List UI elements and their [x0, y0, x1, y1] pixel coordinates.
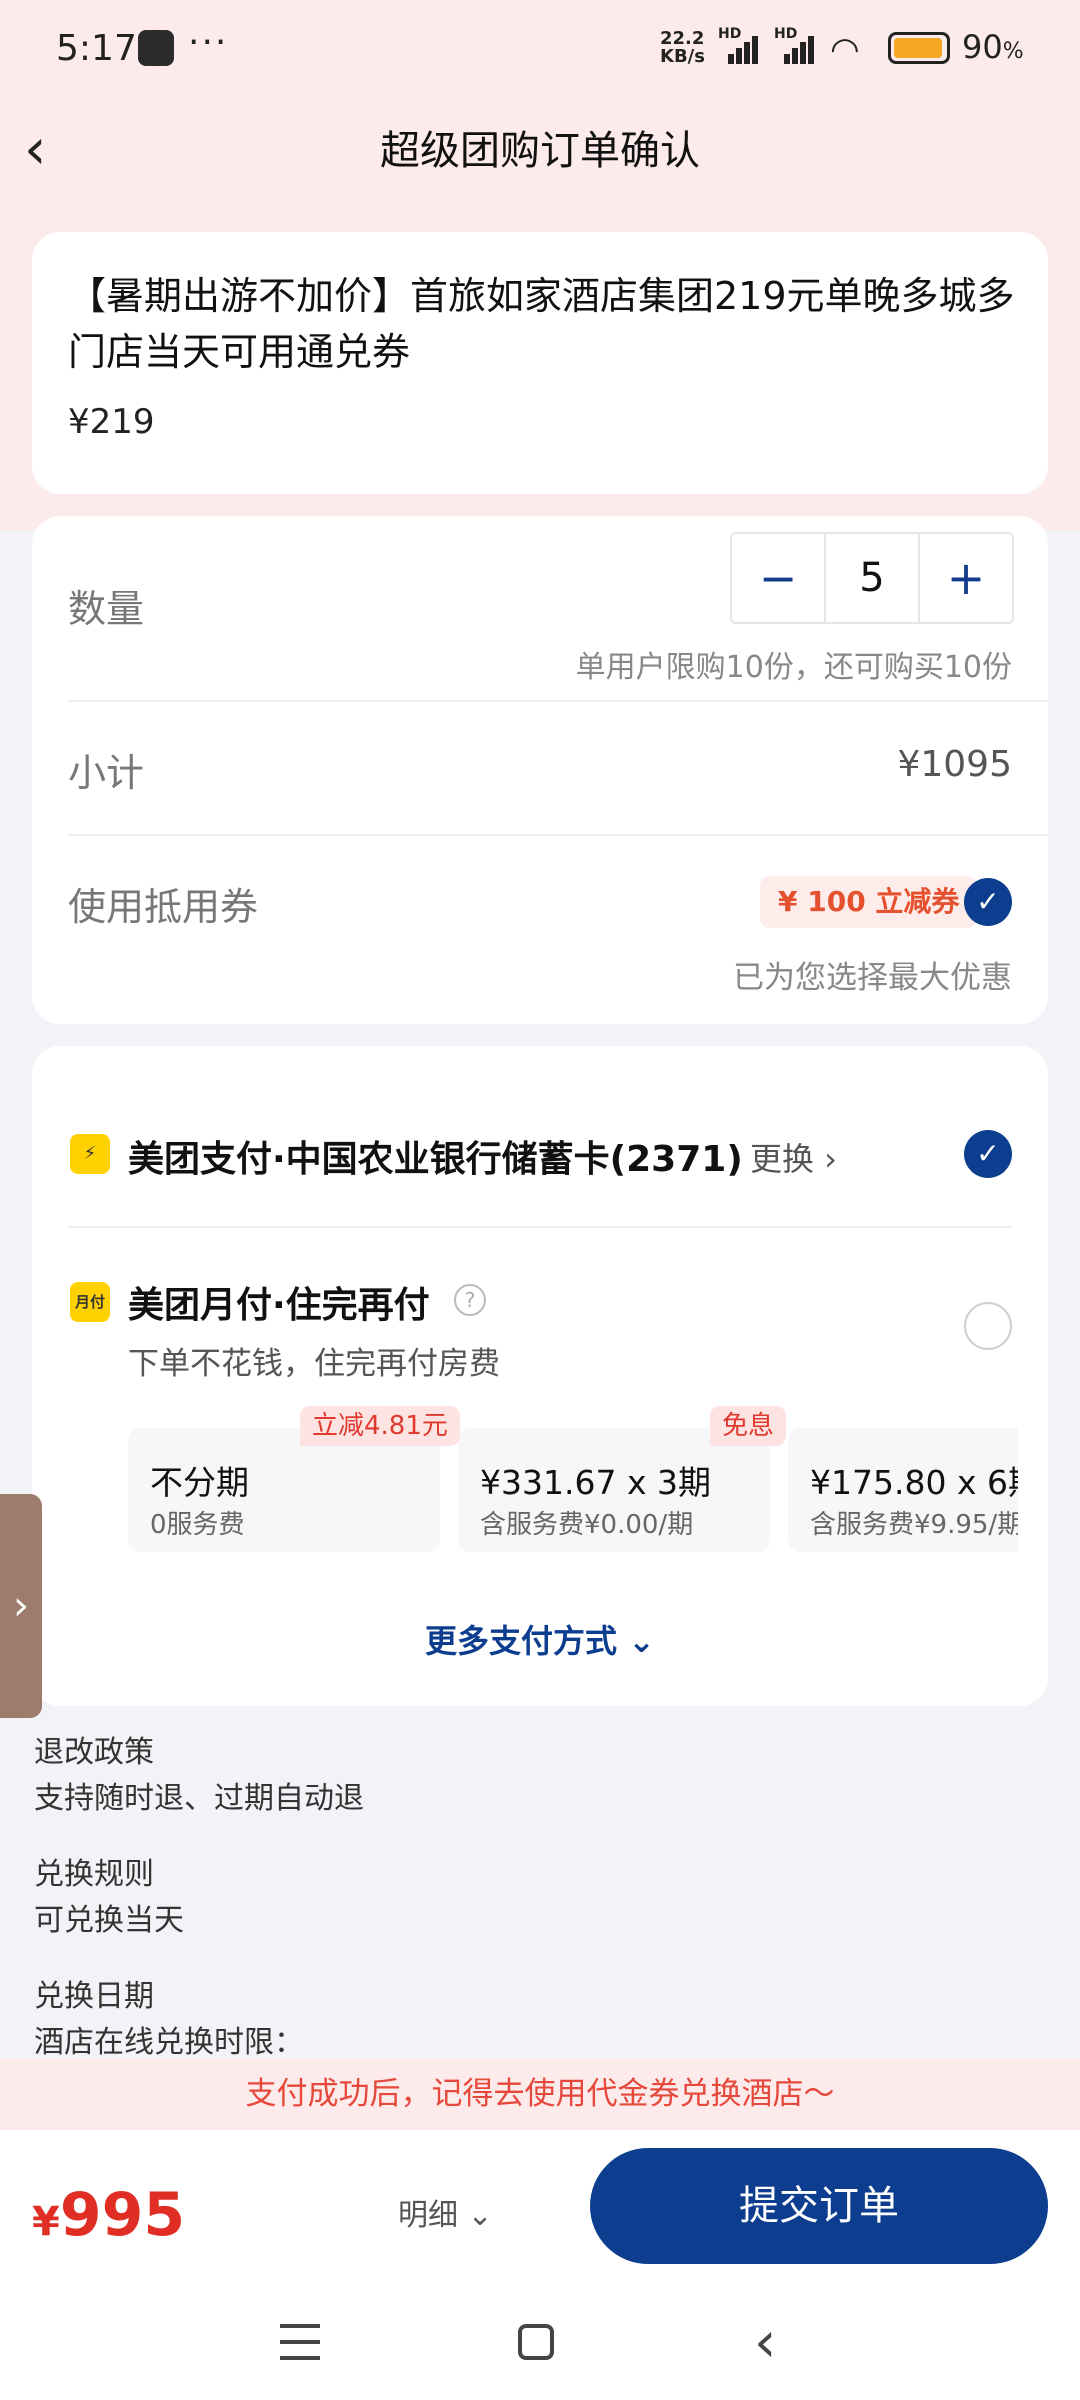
- purchase-limit-text: 单用户限购10份，还可购买10份: [575, 650, 1012, 685]
- total-price: ¥995: [32, 2180, 186, 2250]
- checkout-bar: ¥995 明细 ⌄ 提交订单: [0, 2130, 1080, 2290]
- monthly-pay-radio[interactable]: [964, 1302, 1012, 1350]
- policy-block: 兑换规则 可兑换当天: [34, 1852, 184, 1944]
- status-bar: 5:17 ··· 22.2 KB/s HD HD ◠ 90%: [0, 0, 1080, 100]
- subtotal-label: 小计: [68, 751, 145, 795]
- coupon-check-icon[interactable]: ✓: [964, 878, 1012, 926]
- quantity-stepper: − 5 +: [730, 532, 1014, 624]
- installment-option[interactable]: ¥331.67 x 3期 含服务费¥0.00/期: [458, 1428, 770, 1552]
- network-speed: 22.2 KB/s: [660, 28, 705, 67]
- installment-options: 不分期 0服务费 ¥331.67 x 3期 含服务费¥0.00/期 ¥175.8…: [128, 1428, 1018, 1552]
- divider: [68, 834, 1048, 836]
- subtotal-value: ¥1095: [897, 744, 1012, 785]
- payment-selected-check-icon[interactable]: ✓: [964, 1130, 1012, 1178]
- menu-icon[interactable]: [280, 2324, 320, 2360]
- more-payment-methods-link[interactable]: 更多支付方式 ⌄: [32, 1616, 1048, 1662]
- product-price: ¥219: [68, 402, 155, 442]
- signal-icon: HD: [718, 26, 758, 64]
- coupon-label: 使用抵用券: [68, 885, 259, 929]
- policy-text: 支持随时退、过期自动退: [34, 1781, 364, 1816]
- policy-title: 兑换规则: [34, 1857, 154, 1892]
- battery-percent: 90%: [962, 28, 1024, 66]
- status-time: 5:17: [56, 28, 137, 69]
- plus-button[interactable]: +: [920, 534, 1012, 622]
- help-icon[interactable]: ?: [454, 1284, 486, 1316]
- submit-order-button[interactable]: 提交订单: [590, 2148, 1048, 2264]
- installment-tag: 免息: [710, 1406, 787, 1446]
- tip-banner: 支付成功后，记得去使用代金券兑换酒店～: [0, 2058, 1080, 2130]
- back-icon[interactable]: ‹: [754, 2310, 776, 2375]
- wifi-icon: ◠: [830, 30, 860, 70]
- price-detail-link[interactable]: 明细 ⌄: [398, 2190, 493, 2234]
- app-notification-icon: [138, 30, 174, 66]
- order-card: 数量 − 5 + 单用户限购10份，还可购买10份 小计 ¥1095 使用抵用券…: [32, 516, 1048, 1024]
- monthly-pay-title[interactable]: 美团月付·住完再付: [128, 1276, 430, 1328]
- policy-block: 退改政策 支持随时退、过期自动退: [34, 1730, 364, 1822]
- installment-option[interactable]: 不分期 0服务费: [128, 1428, 440, 1552]
- installment-option[interactable]: ¥175.80 x 6期 含服务费¥9.95/期: [788, 1428, 1018, 1552]
- policy-title: 退改政策: [34, 1735, 154, 1770]
- monthly-pay-subtitle: 下单不花钱，住完再付房费: [128, 1346, 500, 1382]
- side-expand-tab[interactable]: ›: [0, 1494, 42, 1718]
- quantity-value[interactable]: 5: [824, 534, 920, 622]
- system-nav-bar: ‹: [0, 2290, 1080, 2400]
- change-card-link[interactable]: 更换 ›: [750, 1134, 837, 1180]
- home-icon[interactable]: [518, 2324, 554, 2360]
- product-card: 【暑期出游不加价】首旅如家酒店集团219元单晚多城多门店当天可用通兑券 ¥219: [32, 232, 1048, 494]
- quantity-label: 数量: [68, 587, 145, 631]
- policy-title: 兑换日期: [34, 1979, 154, 2014]
- more-notifications-icon: ···: [188, 22, 229, 63]
- divider: [68, 700, 1048, 702]
- payment-card: ⚡ 美团支付·中国农业银行储蓄卡(2371) 更换 › ✓ 月付 美团月付·住完…: [32, 1046, 1048, 1706]
- coupon-hint: 已为您选择最大优惠: [733, 960, 1012, 996]
- installment-tag: 立减4.81元: [300, 1406, 460, 1446]
- monthly-pay-icon: 月付: [70, 1282, 110, 1322]
- minus-button[interactable]: −: [732, 534, 824, 622]
- battery-icon: [888, 32, 950, 64]
- policy-text: 可兑换当天: [34, 1903, 184, 1938]
- meituan-pay-icon: ⚡: [70, 1134, 110, 1174]
- policy-block: 兑换日期 酒店在线兑换时限：: [34, 1974, 304, 2066]
- payment-option-title[interactable]: 美团支付·中国农业银行储蓄卡(2371): [128, 1130, 743, 1182]
- coupon-badge[interactable]: ¥ 100 立减券: [760, 876, 978, 928]
- divider: [68, 1226, 1012, 1228]
- product-title: 【暑期出游不加价】首旅如家酒店集团219元单晚多城多门店当天可用通兑券: [68, 274, 1015, 374]
- page-title: 超级团购订单确认: [380, 128, 700, 174]
- signal-icon-2: HD: [774, 26, 814, 64]
